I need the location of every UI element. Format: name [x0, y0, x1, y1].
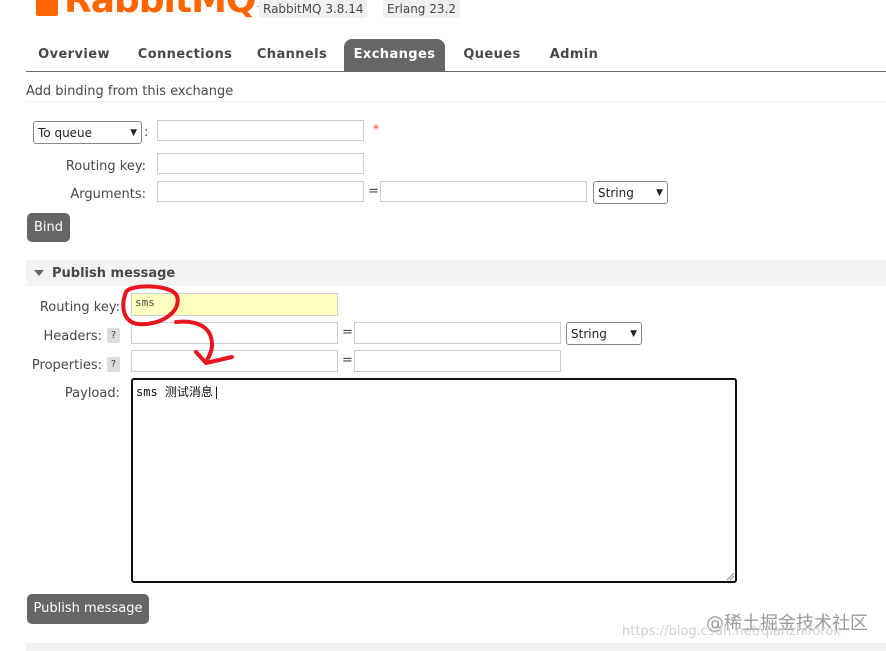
arrow-head-annotation	[194, 350, 234, 365]
url-watermark: https://blog.csdn.net/qianzhiforok	[622, 624, 841, 639]
arrow-annotation	[174, 319, 215, 364]
red-annotation-overlay	[121, 284, 234, 365]
circle-annotation	[121, 284, 180, 327]
